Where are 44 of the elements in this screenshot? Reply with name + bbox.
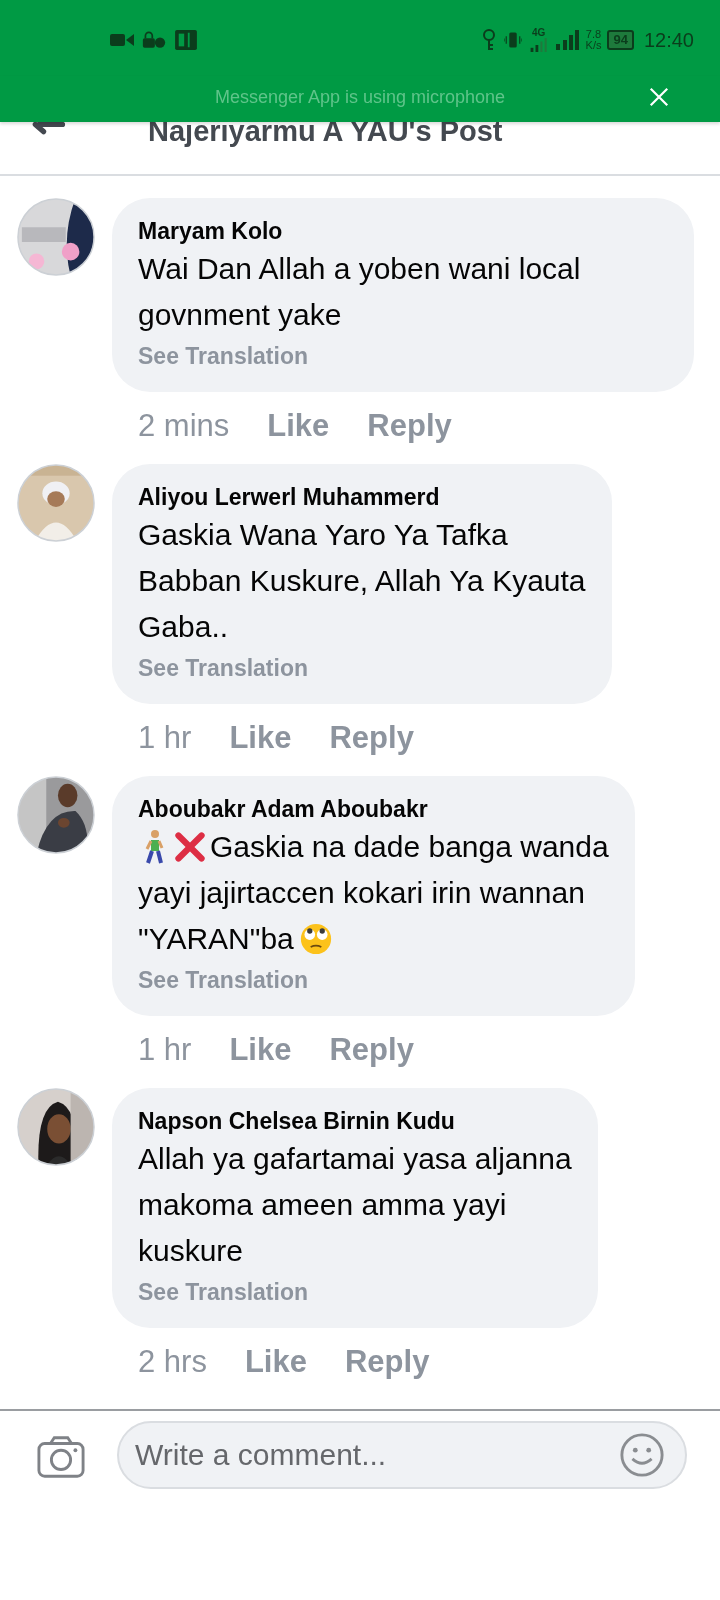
comment-input[interactable]: Write a comment... xyxy=(133,1437,619,1473)
see-translation-link[interactable]: See Translation xyxy=(138,652,586,684)
see-translation-link[interactable]: See Translation xyxy=(138,1276,572,1308)
camera-icon[interactable] xyxy=(37,1435,85,1479)
like-link[interactable]: Like xyxy=(267,406,330,446)
post-title: Najeriyarmu A YAU's Post xyxy=(148,116,503,146)
author-name[interactable]: Maryam Kolo xyxy=(138,216,668,246)
comment-text: Gaskia na dade banga wanda xyxy=(210,829,609,865)
notice-text: Messenger App is using microphone xyxy=(214,86,506,108)
network-type: 4G xyxy=(531,28,546,38)
app-icon xyxy=(174,30,198,50)
comment-text: yayi jajirtaccen kokari irin wannan xyxy=(138,875,585,911)
back-arrow-icon[interactable] xyxy=(30,120,66,136)
author-name[interactable]: Aboubakr Adam Aboubakr xyxy=(138,794,609,824)
speed-unit: K/s xyxy=(585,40,602,51)
lock-icon xyxy=(142,30,166,50)
comment-text: Allah ya gafartamai yasa aljanna makoma ameen amma yayi kuskure xyxy=(138,1141,572,1269)
comment-time: 1 hr xyxy=(138,719,192,757)
comment-time: 1 hr xyxy=(138,1031,192,1069)
cross-mark-icon xyxy=(174,829,206,865)
like-link[interactable]: Like xyxy=(244,1342,307,1382)
speed-value: 7.8 xyxy=(585,29,602,40)
comment-text: Gaskia Wana Yaro Ya Tafka Babban Kuskure, Allah Ya Kyauta Gaba.. xyxy=(138,517,586,645)
clock: 12:40 xyxy=(643,28,694,52)
see-translation-link[interactable]: See Translation xyxy=(138,340,668,372)
comment-field[interactable]: Write a comment... xyxy=(117,1421,687,1489)
comment-time: 2 mins xyxy=(138,407,230,445)
battery-level: 94 xyxy=(607,30,634,50)
comment-text: "YARAN"ba xyxy=(138,921,294,957)
like-link[interactable]: Like xyxy=(229,718,292,758)
reply-link[interactable]: Reply xyxy=(329,718,414,758)
smiley-icon[interactable] xyxy=(619,1432,665,1478)
see-translation-link[interactable]: See Translation xyxy=(138,964,609,996)
reply-link[interactable]: Reply xyxy=(367,406,452,446)
signal-icon xyxy=(555,29,580,51)
eye-roll-face-icon xyxy=(299,921,332,957)
reply-link[interactable]: Reply xyxy=(329,1030,414,1070)
comment-time: 2 hrs xyxy=(138,1343,207,1381)
close-icon[interactable] xyxy=(648,86,670,108)
like-link[interactable]: Like xyxy=(229,1030,292,1070)
reply-link[interactable]: Reply xyxy=(344,1342,430,1382)
author-name[interactable]: Napson Chelsea Birnin Kudu xyxy=(138,1106,572,1136)
comment-text: Wai Dan Allah a yoben wani local govnment yake xyxy=(138,251,582,333)
author-name[interactable]: Aliyou Lerwerl Muhammerd xyxy=(138,482,586,512)
